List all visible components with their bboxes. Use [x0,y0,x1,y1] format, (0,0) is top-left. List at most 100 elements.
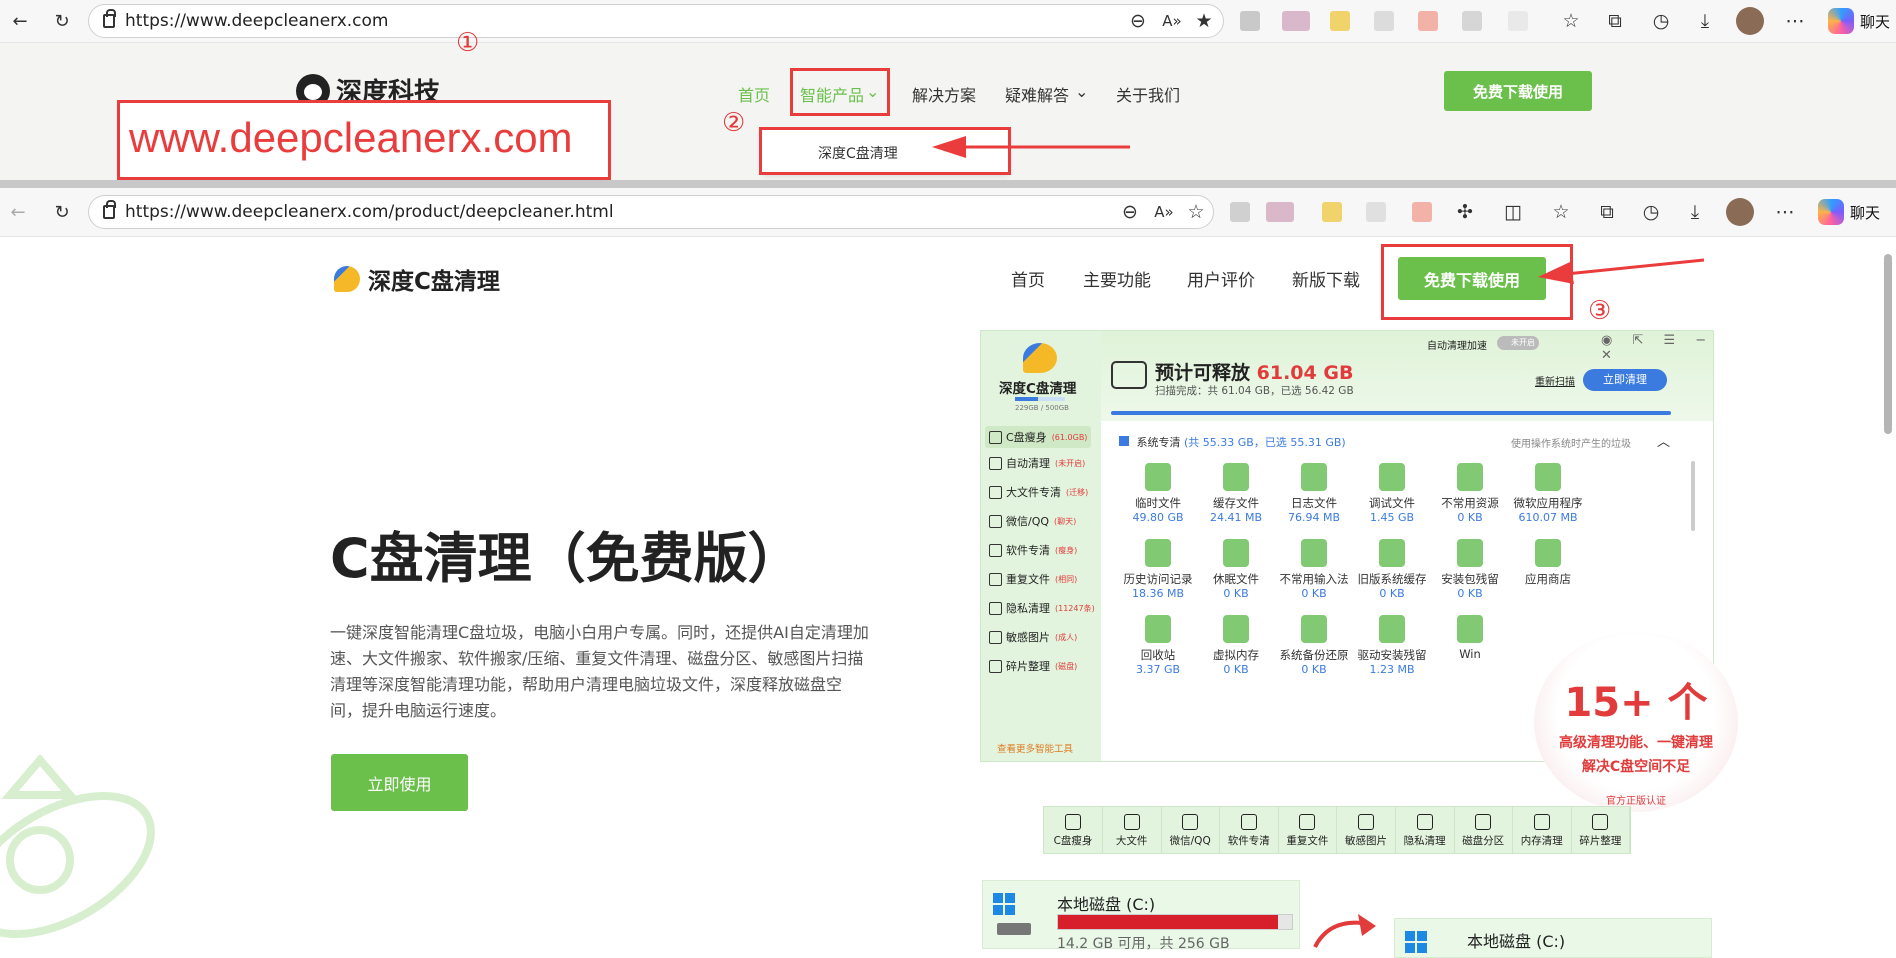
app-side-item[interactable]: 微信/QQ (聊天) [989,513,1076,529]
favorites-icon[interactable]: ☆ [1548,199,1574,225]
tool-item[interactable]: 碎片整理 [1571,807,1631,853]
back-icon[interactable]: ← [4,198,32,226]
side-item-icon [989,543,1002,557]
app-side-item[interactable]: 软件专清 (瘦身) [989,542,1077,558]
address-bar-2[interactable]: https://www.deepcleanerx.com/product/dee… [88,195,1214,229]
collections-icon[interactable]: ⧉ [1594,199,1620,225]
nav2-features[interactable]: 主要功能 [1083,266,1151,291]
clean-item[interactable]: 回收站 3.37 GB [1113,615,1203,676]
split-screen-icon[interactable]: ◫ [1500,199,1526,225]
tool-item[interactable]: 大文件 [1103,807,1162,853]
avatar[interactable] [1736,7,1764,35]
avatar[interactable] [1726,198,1754,226]
more-icon[interactable]: ⋯ [1782,8,1808,34]
clean-item[interactable]: 休眠文件 0 KB [1191,539,1281,600]
nav2-home[interactable]: 首页 [1011,266,1045,291]
nav-solutions[interactable]: 解决方案 [912,82,976,106]
clean-item-icon [1223,463,1249,491]
app-scrollbar[interactable] [1691,461,1695,531]
extension-icon[interactable] [1412,202,1432,222]
favorites-icon[interactable]: ☆ [1558,8,1584,34]
site1-download-button[interactable]: 免费下载使用 [1444,71,1592,111]
clean-item[interactable]: 驱动安装残留 1.23 MB [1347,615,1437,676]
extension-icon[interactable] [1230,202,1250,222]
back-icon[interactable]: ← [6,7,34,35]
tool-item[interactable]: 微信/QQ [1161,807,1221,853]
clean-item-icon [1145,539,1171,567]
chevron-up-icon[interactable]: ︿ [1657,431,1670,450]
app-side-item[interactable]: 碎片整理 (磁盘) [989,658,1077,674]
app-side-item[interactable]: C盘瘦身 (61.0GB) [985,426,1092,448]
more-icon[interactable]: ⋯ [1772,199,1798,225]
clean-item[interactable]: 虚拟内存 0 KB [1191,615,1281,676]
nav-about[interactable]: 关于我们 [1116,82,1180,106]
nav-home[interactable]: 首页 [738,82,770,106]
extension-icon[interactable] [1282,11,1310,31]
clean-item[interactable]: 历史访问记录 18.36 MB [1113,539,1203,600]
nav2-download-new[interactable]: 新版下载 [1292,266,1360,291]
zoom-icon[interactable]: ⊖ [1117,199,1143,225]
extensions-icon[interactable]: ✣ [1452,199,1478,225]
extension-icon[interactable] [1240,11,1260,31]
page-scrollbar[interactable] [1884,254,1892,434]
favorite-star-icon[interactable]: ★ [1191,8,1217,34]
collections-icon[interactable]: ⧉ [1602,8,1628,34]
extension-icon[interactable] [1266,202,1294,222]
extension-icon[interactable] [1366,202,1386,222]
tool-item[interactable]: 敏感图片 [1337,807,1396,853]
app-clean-now-button[interactable]: 立即清理 [1583,369,1667,391]
clean-item[interactable]: Win [1425,615,1515,661]
extension-icon[interactable] [1330,11,1350,31]
tool-item[interactable]: C盘瘦身 [1044,807,1103,853]
read-aloud-icon[interactable]: A» [1151,199,1177,225]
nav-faq[interactable]: 疑难解答 [1005,82,1069,106]
clean-item[interactable]: 安装包残留 0 KB [1425,539,1515,600]
address-bar-1[interactable]: https://www.deepcleanerx.com ⊖ A» ★ [88,4,1224,38]
tool-item[interactable]: 隐私清理 [1396,807,1455,853]
extension-icon[interactable] [1508,11,1528,31]
app-window-controls[interactable]: ◉ ⇱ ☰ − ✕ [1601,333,1713,363]
nav2-reviews[interactable]: 用户评价 [1187,266,1255,291]
site2-logo[interactable]: 深度C盘清理 [334,262,500,296]
app-more-tools[interactable]: 查看更多智能工具 [997,741,1073,755]
clean-item[interactable]: 缓存文件 24.41 MB [1191,463,1281,524]
tool-item[interactable]: 磁盘分区 [1454,807,1514,853]
copilot-chat-button[interactable]: 聊天 [1818,199,1880,225]
clean-item[interactable]: 旧版系统缓存 0 KB [1347,539,1437,600]
download-icon[interactable]: ⤓ [1682,199,1708,225]
clean-item[interactable]: 微软应用程序 610.07 MB [1503,463,1593,524]
tool-item[interactable]: 内存清理 [1513,807,1572,853]
download-icon[interactable]: ⤓ [1692,8,1718,34]
history-icon[interactable]: ◷ [1638,199,1664,225]
app-side-item[interactable]: 隐私清理 (11247条) [989,600,1095,616]
extension-icon[interactable] [1374,11,1394,31]
app-rescan[interactable]: 重新扫描 [1535,373,1575,388]
app-side-item[interactable]: 敏感图片 (成人) [989,629,1077,645]
extension-icon[interactable] [1418,11,1438,31]
history-icon[interactable]: ◷ [1648,8,1674,34]
read-aloud-icon[interactable]: A» [1159,8,1185,34]
clean-item[interactable]: 不常用资源 0 KB [1425,463,1515,524]
tool-item[interactable]: 软件专清 [1220,807,1279,853]
refresh-icon[interactable]: ↻ [48,198,76,226]
app-side-item[interactable]: 自动清理 (未开启) [989,455,1085,471]
extension-icon[interactable] [1322,202,1342,222]
tool-item[interactable]: 重复文件 [1278,807,1338,853]
clean-item[interactable]: 调试文件 1.45 GB [1347,463,1437,524]
clean-item[interactable]: 临时文件 49.80 GB [1113,463,1203,524]
zoom-icon[interactable]: ⊖ [1125,8,1151,34]
copilot-chat-button[interactable]: 聊天 [1828,8,1890,34]
app-side-item[interactable]: 重复文件 (相同) [989,571,1077,587]
clean-item-icon [1457,615,1483,643]
clean-item[interactable]: 不常用输入法 0 KB [1269,539,1359,600]
refresh-icon[interactable]: ↻ [48,7,76,35]
clean-item[interactable]: 系统备份还原 0 KB [1269,615,1359,676]
app-side-item[interactable]: 大文件专清 (迁移) [989,484,1088,500]
favorite-star-icon[interactable]: ☆ [1183,199,1209,225]
disk1-bar [1057,914,1293,930]
use-now-button[interactable]: 立即使用 [331,754,468,811]
clean-item[interactable]: 应用商店 [1503,539,1593,587]
app-auto-toggle[interactable]: 未开启 [1497,336,1539,350]
extension-icon[interactable] [1462,11,1482,31]
clean-item[interactable]: 日志文件 76.94 MB [1269,463,1359,524]
